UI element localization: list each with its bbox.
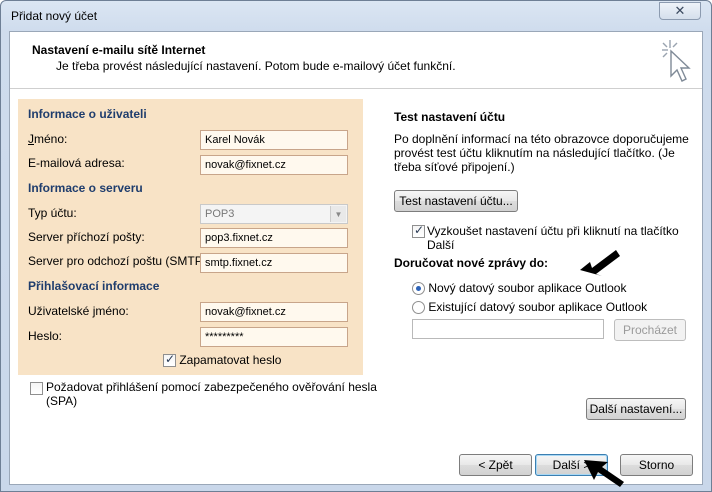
more-settings-button[interactable]: Další nastavení...: [586, 398, 686, 420]
pointer-arrow-icon: [584, 460, 624, 487]
outgoing-server-input[interactable]: smtp.fixnet.cz: [200, 253, 348, 273]
spa-label-line2: (SPA): [46, 394, 78, 408]
deliver-existing-option[interactable]: Existující datový soubor aplikace Outloo…: [412, 300, 648, 315]
auto-test-label-line1: Vyzkoušet nastavení účtu při kliknutí na…: [427, 224, 679, 238]
data-file-path-input: [412, 319, 604, 339]
incoming-server-input[interactable]: pop3.fixnet.cz: [200, 228, 348, 248]
account-type-value: POP3: [205, 208, 235, 220]
user-info-heading: Informace o uživateli: [28, 107, 147, 121]
password-input[interactable]: *********: [200, 327, 348, 347]
account-info-panel: Informace o uživateli Jméno: Karel Novák…: [18, 99, 363, 375]
test-settings-button[interactable]: Test nastavení účtu...: [394, 190, 518, 212]
auto-test-label-line2: Další: [427, 238, 455, 252]
deliver-existing-radio[interactable]: [412, 301, 425, 315]
account-type-select: POP3 ▼: [200, 204, 348, 224]
spa-label: Požadovat přihlášení pomocí zabezpečenéh…: [46, 380, 377, 408]
close-button[interactable]: ✕: [659, 2, 701, 20]
header-subtitle: Je třeba provést následující nastavení. …: [56, 59, 456, 73]
chevron-down-icon: ▼: [330, 206, 346, 222]
deliver-new-radio[interactable]: [412, 282, 425, 296]
pointer-arrow-icon: [580, 250, 620, 276]
dialog-client-area: Nastavení e-mailu sítě Internet Je třeba…: [9, 31, 703, 487]
window-title: Přidat nový účet: [11, 9, 98, 23]
add-account-dialog: Přidat nový účet ✕ Nastavení e-mailu sít…: [0, 0, 712, 492]
header-title: Nastavení e-mailu sítě Internet: [32, 43, 206, 57]
remember-password-checkbox[interactable]: [163, 352, 176, 368]
password-label: Heslo:: [28, 329, 63, 343]
spa-checkbox[interactable]: [30, 382, 43, 396]
email-label: E-mailová adresa:: [28, 156, 125, 170]
deliver-new-label: Nový datový soubor aplikace Outlook: [428, 281, 627, 295]
remember-password-option[interactable]: Zapamatovat heslo: [163, 352, 282, 368]
spa-option[interactable]: [30, 381, 43, 396]
wizard-sparkle-cursor-icon: [662, 40, 691, 82]
deliver-new-option[interactable]: Nový datový soubor aplikace Outlook: [412, 281, 627, 296]
browse-button: Procházet: [614, 319, 686, 341]
server-info-heading: Informace o serveru: [28, 181, 143, 195]
username-label: Uživatelské jméno:: [28, 304, 129, 318]
deliver-heading: Doručovat nové zprávy do:: [394, 256, 549, 270]
name-label: Jméno:: [28, 132, 68, 146]
email-input[interactable]: novak@fixnet.cz: [200, 155, 348, 175]
deliver-existing-label: Existující datový soubor aplikace Outloo…: [428, 300, 648, 314]
auto-test-label: Vyzkoušet nastavení účtu při kliknutí na…: [427, 224, 679, 252]
name-label-rest: méno:: [34, 132, 68, 146]
spa-label-line1: Požadovat přihlášení pomocí zabezpečenéh…: [46, 380, 377, 394]
wizard-header: Nastavení e-mailu sítě Internet Je třeba…: [10, 32, 702, 89]
close-icon: ✕: [674, 3, 686, 18]
incoming-server-label: Server příchozí pošty:: [28, 230, 145, 244]
login-info-heading: Přihlašovací informace: [28, 279, 160, 293]
test-settings-heading: Test nastavení účtu: [394, 110, 506, 124]
remember-password-label: Zapamatovat heslo: [179, 353, 282, 367]
back-button[interactable]: < Zpět: [459, 454, 532, 476]
name-input[interactable]: Karel Novák: [200, 130, 348, 150]
title-bar: Přidat nový účet ✕: [1, 1, 711, 31]
auto-test-option[interactable]: [412, 223, 425, 239]
test-settings-description: Po doplnění informací na této obrazovce …: [394, 132, 689, 174]
username-input[interactable]: novak@fixnet.cz: [200, 302, 348, 322]
account-type-label: Typ účtu:: [28, 206, 77, 220]
cancel-button[interactable]: Storno: [620, 454, 693, 476]
outgoing-server-label: Server pro odchozí poštu (SMTP):: [28, 254, 211, 268]
auto-test-checkbox[interactable]: [412, 223, 425, 239]
